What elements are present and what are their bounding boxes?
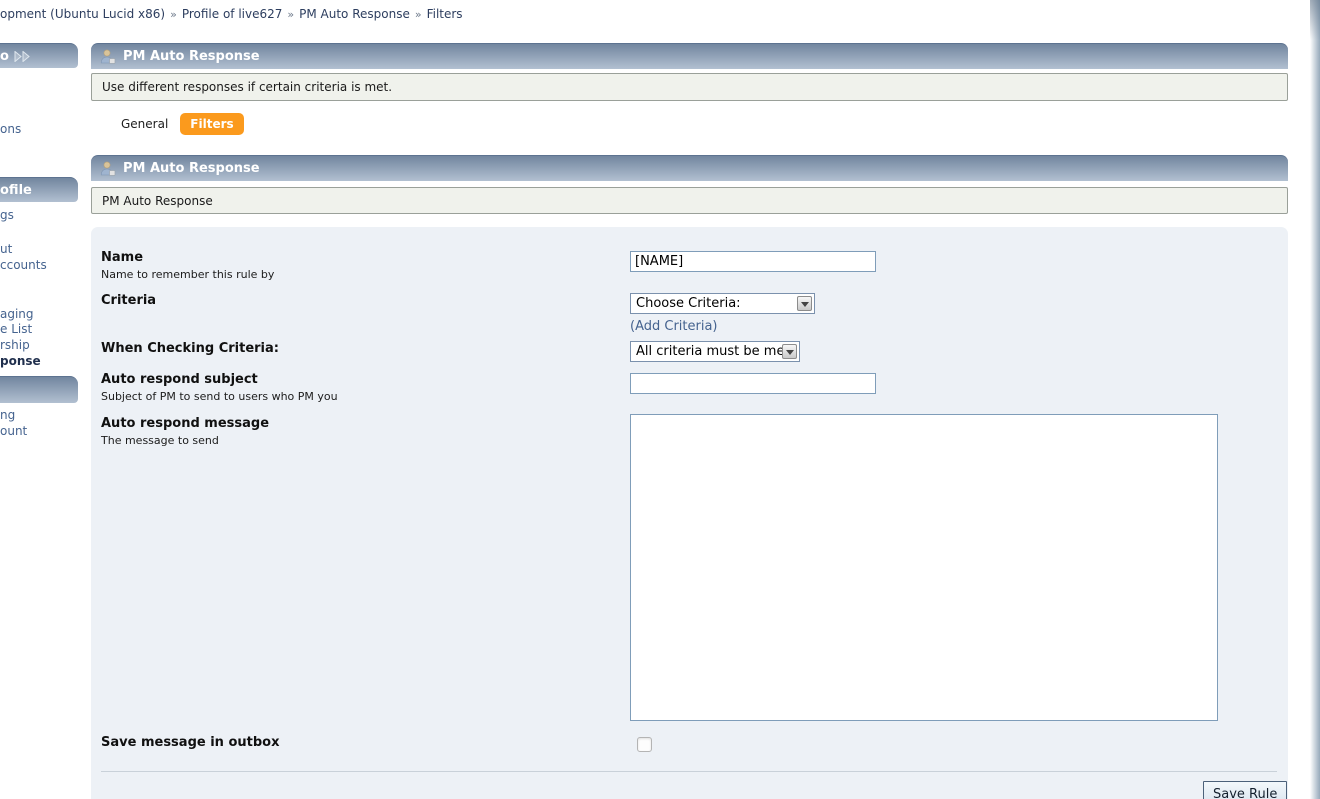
rule-form-panel: Name Name to remember this rule by Crite…	[91, 227, 1288, 799]
section-title: PM Auto Response	[123, 161, 260, 176]
right-edge-gradient	[1310, 0, 1320, 799]
sidebar-item[interactable]: gs	[0, 208, 14, 222]
sidebar-section-label: ofile	[0, 183, 32, 198]
title-bar-text: PM Auto Response	[102, 194, 213, 208]
form-row-outbox: Save message in outbox	[101, 735, 1281, 751]
criteria-select-value: Choose Criteria:	[636, 296, 741, 311]
add-criteria-link[interactable]: (Add Criteria)	[630, 319, 718, 334]
message-textarea[interactable]	[630, 414, 1218, 721]
sidebar-section-label: o	[0, 49, 9, 64]
form-row-criteria: Criteria Choose Criteria: (Add Criteria)	[101, 293, 1281, 309]
tab-filters[interactable]: Filters	[180, 113, 243, 135]
form-row-name: Name Name to remember this rule by	[101, 250, 1281, 282]
chevron-down-icon[interactable]	[782, 344, 797, 359]
page: opment (Ubuntu Lucid x86)»Profile of liv…	[0, 0, 1320, 799]
form-divider	[101, 771, 1277, 772]
form-row-message: Auto respond message The message to send	[101, 416, 1281, 448]
person-icon	[100, 161, 116, 176]
form-row-checking: When Checking Criteria: All criteria mus…	[101, 341, 1281, 357]
sidebar-item[interactable]: e List	[0, 322, 32, 336]
name-input[interactable]	[630, 251, 876, 272]
outbox-checkbox[interactable]	[637, 737, 652, 752]
outbox-label: Save message in outbox	[101, 735, 1281, 751]
chevron-down-icon[interactable]	[797, 296, 812, 311]
sidebar-item[interactable]: ccounts	[0, 258, 47, 272]
sidebar-item[interactable]: ount	[0, 424, 27, 438]
sidebar-item[interactable]: rship	[0, 338, 30, 352]
sidebar-item[interactable]: ut	[0, 242, 12, 256]
tab-general[interactable]: General	[121, 117, 168, 131]
sidebar-section-modify-profile: ofile	[0, 177, 78, 202]
sidebar-item-pm-auto-response[interactable]: ponse	[0, 354, 41, 368]
section-title: PM Auto Response	[123, 49, 260, 64]
subject-input[interactable]	[630, 373, 876, 394]
double-chevron-right-icon[interactable]	[14, 51, 31, 62]
sidebar-section-actions	[0, 376, 78, 403]
title-bar: PM Auto Response	[91, 187, 1288, 214]
section-header-pm-auto-response: PM Auto Response	[91, 43, 1288, 69]
sidebar-section-profile-info: o	[0, 43, 78, 68]
person-icon	[100, 49, 116, 64]
criteria-select[interactable]: Choose Criteria:	[630, 293, 815, 314]
save-rule-button[interactable]: Save Rule	[1203, 781, 1287, 799]
info-text: Use different responses if certain crite…	[102, 80, 392, 94]
checking-select[interactable]: All criteria must be met	[630, 341, 800, 362]
sidebar-item[interactable]: aging	[0, 307, 34, 321]
profile-sidebar: o ons ofile gs ut ccounts aging e List r…	[0, 0, 78, 799]
section-header-pm-auto-response-2: PM Auto Response	[91, 155, 1288, 181]
checking-select-value: All criteria must be met	[636, 344, 790, 359]
tab-strip: General Filters	[121, 113, 244, 135]
sidebar-item[interactable]: ons	[0, 122, 21, 136]
form-row-subject: Auto respond subject Subject of PM to se…	[101, 372, 1281, 404]
sidebar-item[interactable]: ng	[0, 408, 15, 422]
info-bar: Use different responses if certain crite…	[91, 73, 1288, 101]
main-content: PM Auto Response Use different responses…	[91, 0, 1288, 799]
